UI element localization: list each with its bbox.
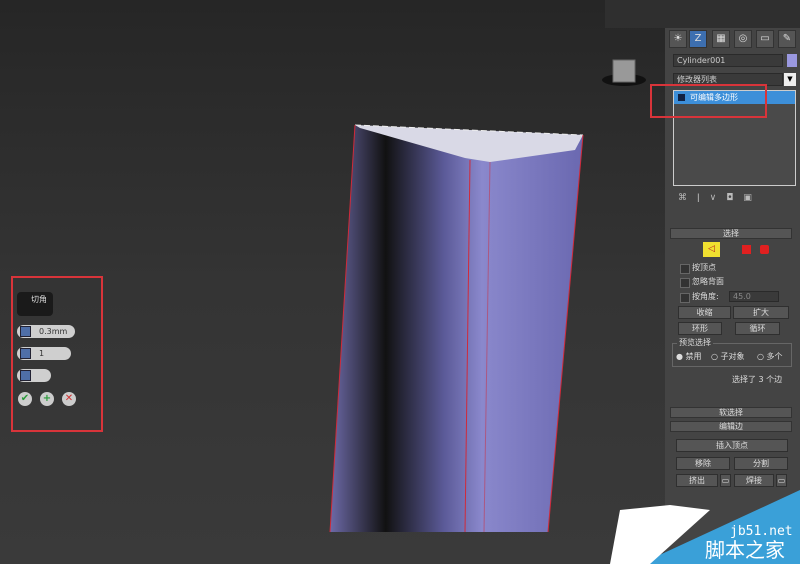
utilities-tab-icon[interactable]: ✎ xyxy=(778,30,796,48)
extrude-button[interactable]: 挤出 xyxy=(676,474,718,487)
cancel-button[interactable]: ✕ xyxy=(62,392,76,406)
remove-button[interactable]: 移除 xyxy=(676,457,730,470)
edit-edges-rollout-header[interactable]: 编辑边 xyxy=(670,421,792,432)
chamfer-amount-field[interactable]: 0.3mm xyxy=(17,325,75,338)
create-tab-icon[interactable]: ☀ xyxy=(669,30,687,48)
by-vertex-checkbox[interactable]: 按顶点 xyxy=(680,263,716,273)
open-chamfer-toggle[interactable] xyxy=(17,369,51,382)
motion-tab-icon[interactable]: ◎ xyxy=(734,30,752,48)
selection-status: 选择了 3 个边 xyxy=(732,374,782,385)
preview-multi-radio[interactable]: ○ 多个 xyxy=(757,351,783,362)
insert-vertex-button[interactable]: 插入顶点 xyxy=(676,439,788,452)
soft-selection-rollout-header[interactable]: 软选择 xyxy=(670,407,792,418)
extrude-settings-icon[interactable]: ▭ xyxy=(720,474,731,487)
hierarchy-tab-icon[interactable]: ▦ xyxy=(712,30,730,48)
preview-off-radio[interactable]: ● 禁用 xyxy=(676,351,702,362)
preview-subobject-radio[interactable]: ○ 子对象 xyxy=(711,351,745,362)
angle-field[interactable]: 45.0 xyxy=(729,291,779,302)
selection-rollout-header[interactable]: 选择 xyxy=(670,228,792,239)
highlight-box xyxy=(650,84,767,118)
edge-mode-icon[interactable]: ◁ xyxy=(703,242,720,257)
ignore-backfacing-checkbox[interactable]: 忽略背面 xyxy=(680,277,724,287)
viewcube-icon xyxy=(602,60,646,86)
loop-button[interactable]: 循环 xyxy=(735,322,780,335)
amount-icon xyxy=(20,326,31,337)
weld-button[interactable]: 焊接 xyxy=(734,474,774,487)
apply-button[interactable]: + xyxy=(40,392,54,406)
watermark-name: 脚本之家 xyxy=(705,539,785,561)
ok-button[interactable]: ✔ xyxy=(18,392,32,406)
ring-button[interactable]: 环形 xyxy=(678,322,722,335)
grow-button[interactable]: 扩大 xyxy=(733,306,789,319)
element-mode-icon[interactable] xyxy=(760,245,769,254)
segments-field[interactable]: 1 xyxy=(17,347,71,360)
open-chamfer-icon xyxy=(20,370,31,381)
preview-selection-label: 预览选择 xyxy=(677,337,713,348)
display-tab-icon[interactable]: ▭ xyxy=(756,30,774,48)
shrink-button[interactable]: 收缩 xyxy=(678,306,731,319)
modify-tab-icon[interactable]: Z xyxy=(689,30,707,48)
by-angle-checkbox[interactable]: 按角度: xyxy=(680,292,719,302)
weld-settings-icon[interactable]: ▭ xyxy=(776,474,787,487)
caddy-title: 切角 xyxy=(17,292,53,316)
segments-icon xyxy=(20,348,31,359)
object-name-field[interactable]: Cylinder001 xyxy=(673,54,783,67)
object-color-swatch[interactable] xyxy=(787,54,797,67)
viewport[interactable]: 切角 0.3mm 1 ✔ + ✕ xyxy=(0,0,665,564)
stack-tools-icon[interactable]: ⌘ǀ∨◘▣ xyxy=(678,193,798,203)
polygon-mode-icon[interactable] xyxy=(742,245,751,254)
split-button[interactable]: 分割 xyxy=(734,457,788,470)
chamfer-caddy: 切角 0.3mm 1 ✔ + ✕ xyxy=(11,276,103,432)
chevron-down-icon[interactable]: ▼ xyxy=(784,73,796,86)
watermark-url: jb51.net xyxy=(730,524,793,539)
